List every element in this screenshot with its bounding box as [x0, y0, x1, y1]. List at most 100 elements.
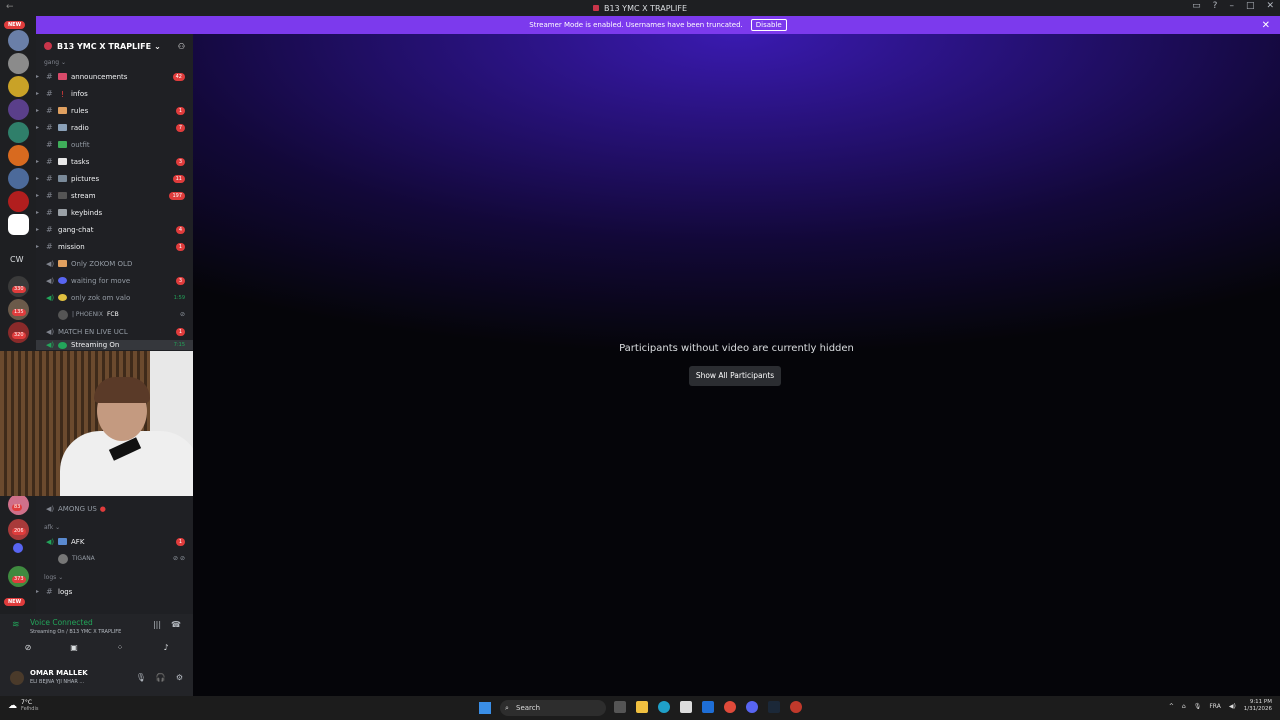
inbox-icon[interactable]: ▭ — [1192, 1, 1201, 11]
add-member-icon[interactable]: ⚇ — [178, 42, 185, 51]
hash-icon: # — [46, 106, 53, 115]
category-logs[interactable]: logs ⌄ — [36, 573, 193, 583]
task-view-icon[interactable] — [614, 701, 626, 713]
close-window-button[interactable]: ✕ — [1266, 1, 1274, 11]
speaker-icon: ◀) — [46, 504, 55, 513]
unread-count: 1 — [175, 106, 185, 115]
microphone-icon[interactable]: 🎙 — [136, 673, 146, 682]
chevron-right-icon: ▸ — [36, 124, 40, 131]
chevron-down-icon: ⌄ — [154, 41, 161, 51]
signal-icon: ≋ — [12, 620, 20, 630]
chevron-up-icon[interactable]: ^ — [1169, 703, 1174, 710]
voice-user-phoenix[interactable]: | PHOENIX FCB ⊘ — [36, 306, 193, 323]
voice-channel-streaming-on[interactable]: ◀) Streaming On 7:15 — [36, 340, 193, 350]
maximize-button[interactable]: □ — [1246, 1, 1255, 11]
user-name[interactable]: OMAR MALLEK — [30, 669, 88, 677]
clock[interactable]: 9:11 PM 1/31/2026 — [1244, 699, 1272, 713]
channel-logs[interactable]: ▸ # logs — [36, 583, 193, 600]
voice-user-tigana[interactable]: TIGANA ⊘ ⊘ — [36, 550, 193, 567]
close-banner-icon[interactable]: ✕ — [1262, 20, 1270, 31]
voice-channel-among-us[interactable]: ◀) AMONG US ● — [36, 500, 193, 517]
server-dot-icon — [592, 5, 599, 11]
steam-icon[interactable] — [768, 701, 780, 713]
screen-share-button[interactable]: ▣ — [54, 640, 94, 656]
server-badge: 135 — [12, 309, 26, 316]
server-icon[interactable] — [8, 168, 29, 189]
scroll-icon — [58, 107, 67, 114]
server-icon[interactable] — [8, 76, 29, 97]
weather-widget[interactable]: ☁ 7°C Fełhdis — [8, 699, 38, 713]
channel-keybinds[interactable]: ▸ # keybinds — [36, 204, 193, 221]
voice-channel-only-zok-om-valo[interactable]: ◀) only zok om valo 1:59 — [36, 289, 193, 306]
activities-button[interactable]: ⁘ — [100, 640, 140, 656]
system-tray: ^ ⌂ 🎙 FRA ◀) 9:11 PM 1/31/2026 — [1169, 699, 1272, 713]
store-icon[interactable] — [680, 701, 692, 713]
start-button[interactable] — [479, 702, 491, 714]
server-icon[interactable] — [8, 145, 29, 166]
obs-icon[interactable] — [790, 701, 802, 713]
megaphone-icon — [58, 73, 67, 80]
hash-icon: # — [46, 89, 53, 98]
unread-count: 42 — [172, 72, 185, 81]
speaker-icon: ◀) — [46, 293, 55, 302]
channel-stream[interactable]: ▸ # stream 197 — [36, 187, 193, 204]
smiley-icon — [58, 294, 67, 301]
unread-count: 1 — [175, 242, 185, 251]
network-icon[interactable]: ⌂ — [1182, 703, 1186, 710]
outlook-icon[interactable] — [702, 701, 714, 713]
server-icon-active[interactable] — [8, 214, 29, 235]
channel-radio[interactable]: ▸ # radio 7 — [36, 119, 193, 136]
volume-icon[interactable]: ◀) — [1229, 703, 1236, 710]
server-header[interactable]: B13 YMC X TRAPLIFE ⌄ ⚇ — [36, 34, 193, 58]
voice-channel-only-zokom-old[interactable]: ◀) Only ZOKOM OLD — [36, 255, 193, 272]
server-icon[interactable] — [8, 30, 29, 51]
channel-gang-chat[interactable]: ▸ # gang-chat 4 — [36, 221, 193, 238]
server-icon[interactable] — [8, 191, 29, 212]
server-icon[interactable] — [8, 53, 29, 74]
taskbar-search[interactable]: ⌕ Search — [500, 700, 606, 716]
tv-icon — [58, 192, 67, 199]
channel-outfit[interactable]: # outfit — [36, 136, 193, 153]
category-gang[interactable]: gang ⌄ — [36, 58, 193, 68]
clipboard-icon — [58, 158, 67, 165]
wing-icon — [58, 538, 67, 545]
channel-mission[interactable]: ▸ # mission 1 — [36, 238, 193, 255]
edge-icon[interactable] — [658, 701, 670, 713]
language-indicator[interactable]: FRA — [1209, 703, 1220, 710]
gear-icon[interactable]: ⚙ — [176, 673, 183, 682]
headphones-icon[interactable]: 🎧 — [156, 673, 166, 682]
category-afk[interactable]: afk ⌄ — [36, 523, 193, 533]
unread-count: 7 — [175, 123, 185, 132]
file-explorer-icon[interactable] — [636, 701, 648, 713]
chrome-icon[interactable] — [724, 701, 736, 713]
unread-count: 3 — [175, 157, 185, 166]
channel-pictures[interactable]: ▸ # pictures 11 — [36, 170, 193, 187]
channel-announcements[interactable]: ▸ # announcements 42 — [36, 68, 193, 85]
channel-tasks[interactable]: ▸ # tasks 3 — [36, 153, 193, 170]
discord-icon[interactable] — [746, 701, 758, 713]
disconnect-icon[interactable]: ☎ — [171, 620, 181, 629]
voice-channel-afk[interactable]: ◀) AFK 1 — [36, 533, 193, 550]
server-cw-label[interactable]: CW — [10, 255, 24, 264]
channel-rules[interactable]: ▸ # rules 1 — [36, 102, 193, 119]
disable-streamer-mode-button[interactable]: Disable — [750, 19, 787, 31]
voice-channel-match-en-live-ucl[interactable]: ◀) MATCH EN LIVE UCL 1 — [36, 323, 193, 340]
window-titlebar: ← B13 YMC X TRAPLIFE ▭ ? – □ ✕ — [0, 0, 1280, 16]
server-icon[interactable] — [8, 122, 29, 143]
channel-infos[interactable]: ▸ #! infos — [36, 85, 193, 102]
help-icon[interactable]: ? — [1213, 1, 1218, 11]
noise-suppression-icon[interactable]: ||| — [153, 620, 161, 629]
server-badge: 330 — [12, 286, 26, 293]
avatar[interactable] — [10, 671, 24, 685]
show-all-participants-button[interactable]: Show All Participants — [689, 366, 781, 386]
camera-off-button[interactable]: ⊘ — [8, 640, 48, 656]
server-icon[interactable] — [8, 99, 29, 120]
voice-channel-waiting-for-move[interactable]: ◀) waiting for move 3 — [36, 272, 193, 289]
folder-icon[interactable] — [13, 543, 23, 553]
minimize-button[interactable]: – — [1229, 1, 1234, 11]
microphone-tray-icon[interactable]: 🎙 — [1194, 703, 1202, 710]
voice-connected-status[interactable]: Voice Connected — [30, 618, 93, 627]
hash-icon: # — [46, 587, 53, 596]
soundboard-button[interactable]: ♪ — [146, 640, 186, 656]
voice-location[interactable]: Streaming On / B13 YMC X TRAPLIFE — [30, 629, 121, 635]
